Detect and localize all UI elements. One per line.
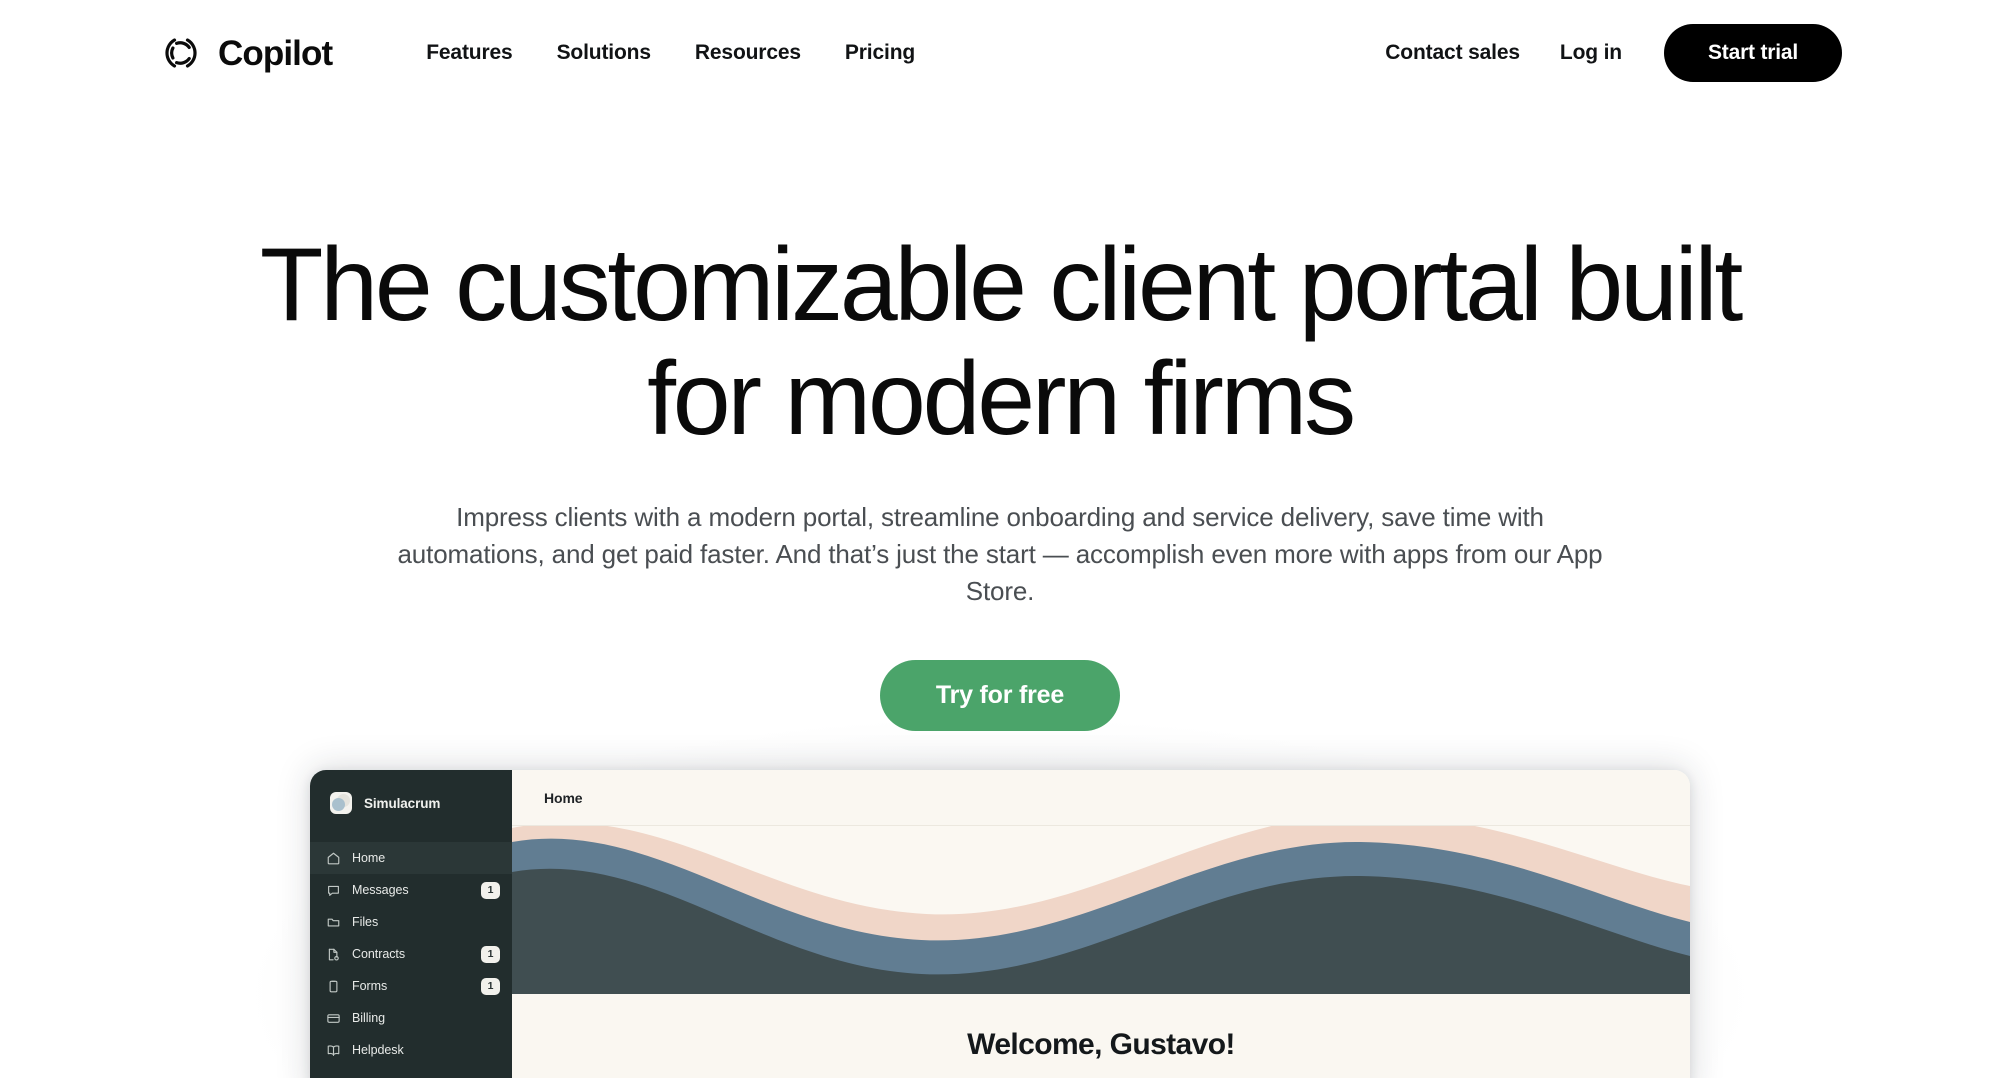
hero-subtitle: Impress clients with a modern portal, st… [397,501,1603,606]
nav-item-pricing[interactable]: Pricing [823,31,937,75]
workspace-avatar-circles-icon [330,792,352,814]
breadcrumb: Home [544,789,583,806]
sidebar-item-forms[interactable]: Forms 1 [310,970,512,1002]
sidebar-item-home[interactable]: Home [310,842,512,874]
sidebar-label-billing: Billing [352,1011,385,1025]
sidebar-item-files[interactable]: Files [310,906,512,938]
site-header: Copilot Features Solutions Resources Pri… [0,0,2000,106]
portal-wave-banner [512,826,1690,994]
sidebar-label-messages: Messages [352,883,409,897]
nav-item-resources[interactable]: Resources [673,31,823,75]
product-screenshot-mockup: Simulacrum Home Messages 1 Files Contrac… [310,770,1690,1078]
sidebar-label-forms: Forms [352,979,388,993]
sidebar-item-billing[interactable]: Billing [310,1002,512,1034]
start-trial-button[interactable]: Start trial [1664,24,1842,82]
primary-navigation: Features Solutions Resources Pricing [404,31,937,75]
header-actions: Contact sales Log in Start trial [1365,24,1842,82]
workspace-name: Simulacrum [364,795,441,811]
folder-icon [327,918,340,926]
sidebar-label-contracts: Contracts [352,947,406,961]
clipboard-icon [329,980,338,992]
mockup-main-panel: Home Welcome, Gustavo! [512,770,1690,1078]
sidebar-item-messages[interactable]: Messages 1 [310,874,512,906]
sidebar-item-helpdesk[interactable]: Helpdesk [310,1034,512,1066]
sidebar-badge-contracts: 1 [481,945,500,963]
copilot-dashed-circle-logo-icon [165,38,197,68]
mockup-sidebar-nav: Home Messages 1 Files Contracts 1 Forms … [310,842,512,1066]
sidebar-item-contracts[interactable]: Contracts 1 [310,938,512,970]
wave-illustration-icon [512,826,1690,994]
welcome-heading: Welcome, Gustavo! [967,1028,1235,1061]
book-icon [327,1044,340,1056]
contact-sales-link[interactable]: Contact sales [1365,31,1540,75]
nav-item-features[interactable]: Features [404,31,534,75]
sidebar-label-helpdesk: Helpdesk [352,1043,404,1057]
home-icon [327,852,340,864]
workspace-switcher[interactable]: Simulacrum [310,770,512,814]
sidebar-badge-forms: 1 [481,977,500,995]
landing-page: Copilot Features Solutions Resources Pri… [0,0,2000,1078]
brand-name: Copilot [218,33,333,73]
contract-icon [328,948,339,961]
sidebar-label-files: Files [352,915,379,929]
log-in-link[interactable]: Log in [1540,31,1642,75]
sidebar-badge-messages: 1 [481,881,500,899]
message-icon [328,885,339,896]
nav-item-solutions[interactable]: Solutions [535,31,673,75]
brand-logo-link[interactable]: Copilot [158,30,333,76]
sidebar-label-home: Home [352,851,386,865]
page-title: The customizable client portal built for… [259,227,1743,458]
hero-section: The customizable client portal built for… [0,0,2000,731]
card-icon [327,1013,340,1023]
mockup-topbar: Home [512,770,1690,826]
mockup-sidebar: Simulacrum Home Messages 1 Files Contrac… [310,770,512,1078]
try-for-free-button[interactable]: Try for free [879,659,1121,731]
